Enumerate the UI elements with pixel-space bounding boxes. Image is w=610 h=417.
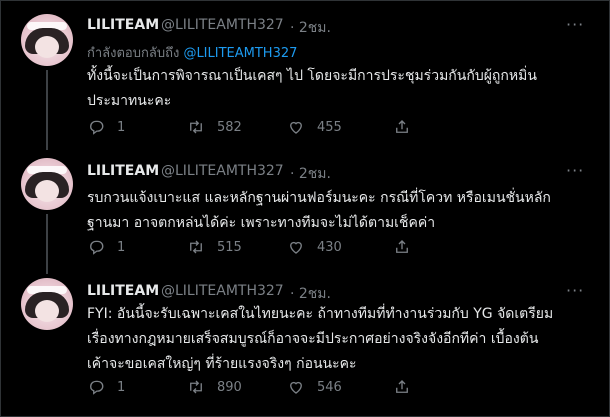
thread-line [46, 214, 48, 274]
retweet-count: 515 [217, 239, 242, 255]
retweet-button[interactable]: 515 [187, 238, 242, 256]
tweet-text-line: ฐานมา อาจตกหล่นได้ค่ะ เพราะทางทีมจะไม่ได… [87, 215, 436, 231]
tweet-text: FYI: อันนี้จะรับเฉพาะเคสในไทยนะคะ ถ้าทาง… [87, 302, 597, 377]
heart-icon [290, 121, 302, 134]
reply-count: 1 [117, 379, 126, 395]
author-handle[interactable]: @LILITEAMTH327 [161, 163, 284, 179]
tweet-actions: 1 582 455 [87, 118, 587, 138]
tweet-text-line: ประมาทนะคะ [87, 93, 172, 109]
author-handle[interactable]: @LILITEAMTH327 [161, 17, 284, 33]
retweet-icon [190, 380, 202, 394]
more-icon[interactable]: ··· [566, 281, 584, 300]
more-icon[interactable]: ··· [566, 15, 584, 34]
tweet-actions: 1 890 546 [87, 378, 587, 398]
like-count: 455 [317, 119, 342, 135]
like-count: 546 [317, 379, 342, 395]
reply-button[interactable]: 1 [87, 378, 125, 396]
author-name[interactable]: LILITEAM [87, 283, 159, 299]
author-handle[interactable]: @LILITEAMTH327 [161, 283, 284, 299]
tweet-1[interactable]: LILITEAM @LILITEAMTH327 · 2ชม. ··· กำลัง… [1, 0, 609, 150]
retweet-button[interactable]: 582 [187, 118, 242, 136]
author-name[interactable]: LILITEAM [87, 163, 159, 179]
tweet-text: รบกวนแจ้งเบาะแส และหลักฐานผ่านฟอร์มนะคะ … [87, 186, 597, 236]
tweet-text-line: FYI: อันนี้จะรับเฉพาะเคสในไทยนะคะ ถ้าทาง… [87, 306, 554, 322]
reply-mention-link[interactable]: @LILITEAMTH327 [183, 46, 297, 61]
tweet-time[interactable]: · 2ชม. [290, 17, 331, 39]
heart-icon [290, 241, 302, 254]
reply-prefix: กำลังตอบกลับถึง [87, 46, 180, 61]
heart-icon [290, 381, 302, 394]
retweet-count: 582 [217, 119, 242, 135]
author-name[interactable]: LILITEAM [87, 17, 159, 33]
tweet-text: ทั้งนี้จะเป็นการพิจารณาเป็นเคสๆ ไป โดยจะ… [87, 64, 597, 114]
tweet-text-line: รบกวนแจ้งเบาะแส และหลักฐานผ่านฟอร์มนะคะ … [87, 190, 551, 206]
reply-icon [90, 240, 104, 255]
reply-button[interactable]: 1 [87, 118, 125, 136]
more-icon[interactable]: ··· [566, 161, 584, 180]
share-icon [396, 240, 408, 253]
share-icon [396, 120, 408, 133]
like-button[interactable]: 455 [287, 118, 342, 136]
thread-line [46, 70, 48, 150]
tweet-text-line: ทั้งนี้จะเป็นการพิจารณาเป็นเคสๆ ไป โดยจะ… [87, 68, 537, 84]
tweet-time[interactable]: · 2ชม. [290, 163, 331, 185]
reply-count: 1 [117, 239, 126, 255]
retweet-icon [190, 240, 202, 254]
avatar[interactable] [21, 158, 73, 210]
retweet-icon [190, 120, 202, 134]
like-button[interactable]: 430 [287, 238, 342, 256]
reply-button[interactable]: 1 [87, 238, 125, 256]
tweet-text-line: เรื่องทางกฎหมายเสร็จสมบูรณ์ก็อาจจะมีประก… [87, 331, 539, 347]
tweet-text-line: เค้าจะขอเคสใหญ่ๆ ที่ร้ายแรงจริงๆ ก่อนนะค… [87, 356, 357, 372]
like-button[interactable]: 546 [287, 378, 342, 396]
retweet-count: 890 [217, 379, 242, 395]
retweet-button[interactable]: 890 [187, 378, 242, 396]
reply-count: 1 [117, 119, 126, 135]
tweet-actions: 1 515 430 [87, 238, 587, 258]
reply-icon [90, 120, 104, 135]
tweet-2[interactable]: LILITEAM @LILITEAMTH327 · 2ชม. ··· รบกวน… [1, 146, 609, 281]
share-button[interactable] [393, 118, 411, 136]
avatar[interactable] [21, 278, 73, 330]
reply-icon [90, 380, 104, 395]
share-button[interactable] [393, 238, 411, 256]
tweet-3[interactable]: LILITEAM @LILITEAMTH327 · 2ชม. ··· FYI: … [1, 268, 609, 403]
share-button[interactable] [393, 378, 411, 396]
like-count: 430 [317, 239, 342, 255]
share-icon [396, 380, 408, 393]
replying-to: กำลังตอบกลับถึง @LILITEAMTH327 [87, 42, 297, 63]
avatar[interactable] [21, 14, 73, 66]
